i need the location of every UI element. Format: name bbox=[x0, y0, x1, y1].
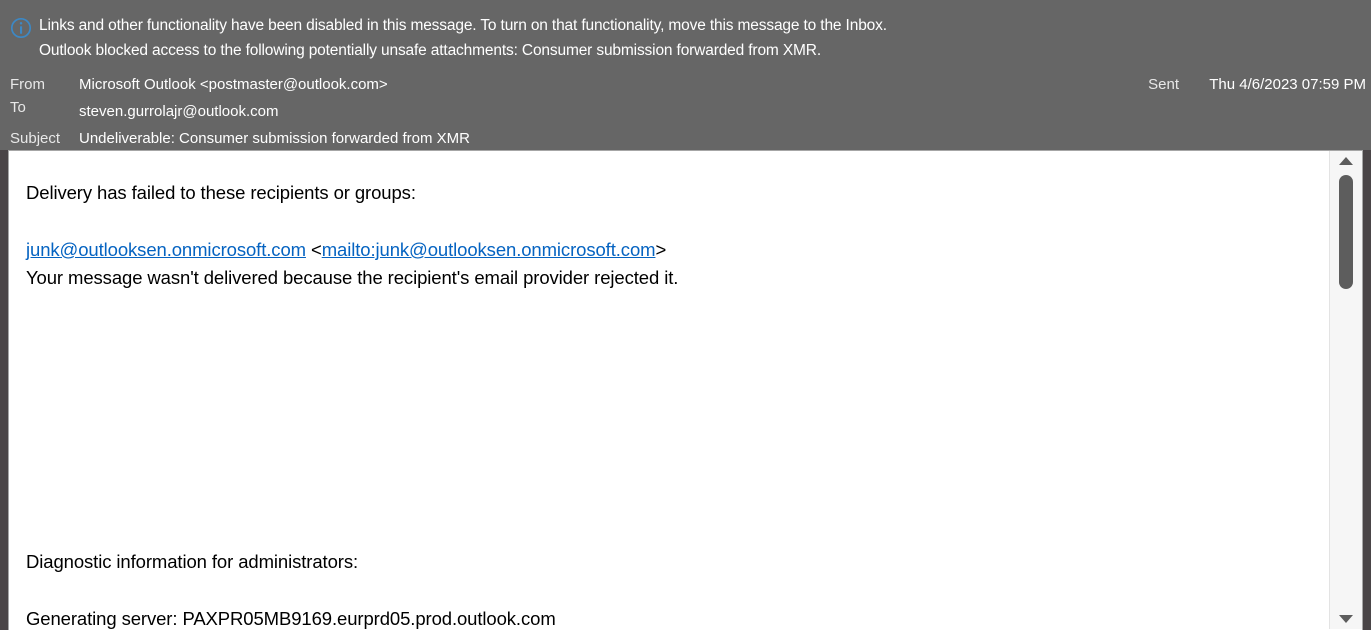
open-angle-bracket: < bbox=[305, 239, 322, 260]
body-line-generating-server: Generating server: PAXPR05MB9169.eurprd0… bbox=[26, 608, 556, 629]
body-line-delivery-failed: Delivery has failed to these recipients … bbox=[26, 182, 416, 203]
banner-line-1: Links and other functionality have been … bbox=[39, 17, 887, 34]
info-circle-icon bbox=[10, 17, 32, 39]
security-banner: Links and other functionality have been … bbox=[0, 0, 1371, 70]
security-banner-text: Links and other functionality have been … bbox=[39, 13, 1339, 63]
window-right-edge bbox=[1363, 150, 1371, 630]
recipient-mailto-link[interactable]: mailto:junk@outlooksen.onmicrosoft.com bbox=[322, 239, 656, 260]
to-label: To bbox=[10, 99, 26, 116]
scroll-down-button[interactable] bbox=[1330, 609, 1362, 629]
banner-line-2: Outlook blocked access to the following … bbox=[39, 42, 821, 59]
scroll-up-button[interactable] bbox=[1330, 151, 1362, 171]
sent-value: Thu 4/6/2023 07:59 PM bbox=[1209, 76, 1366, 93]
subject-value: Undeliverable: Consumer submission forwa… bbox=[79, 130, 470, 147]
message-body-pane: Delivery has failed to these recipients … bbox=[8, 150, 1363, 630]
to-value[interactable]: steven.gurrolajr@outlook.com bbox=[79, 99, 278, 124]
scrollbar-track[interactable] bbox=[1330, 171, 1362, 609]
body-scrollbar[interactable] bbox=[1329, 151, 1362, 629]
message-body-content: Delivery has failed to these recipients … bbox=[9, 151, 1329, 630]
sent-label: Sent bbox=[1148, 76, 1179, 93]
from-value[interactable]: Microsoft Outlook <postmaster@outlook.co… bbox=[79, 72, 388, 97]
message-header-fields: From Microsoft Outlook <postmaster@outlo… bbox=[0, 70, 1371, 150]
window-left-edge bbox=[0, 150, 8, 630]
scrollbar-thumb[interactable] bbox=[1339, 175, 1353, 289]
scroll-up-arrow-icon bbox=[1339, 157, 1353, 165]
body-line-recipient: junk@outlooksen.onmicrosoft.com <mailto:… bbox=[26, 236, 666, 264]
scroll-down-arrow-icon bbox=[1339, 615, 1353, 623]
recipient-email-link[interactable]: junk@outlooksen.onmicrosoft.com bbox=[26, 239, 306, 260]
body-line-diagnostic-heading: Diagnostic information for administrator… bbox=[26, 551, 359, 572]
outlook-message-window: Links and other functionality have been … bbox=[0, 0, 1371, 630]
to-row: To steven.gurrolajr@outlook.com bbox=[0, 99, 1371, 126]
from-label: From bbox=[10, 76, 45, 93]
close-angle-bracket: > bbox=[655, 239, 667, 260]
body-line-rejection-reason: Your message wasn't delivered because th… bbox=[26, 267, 679, 288]
from-row: From Microsoft Outlook <postmaster@outlo… bbox=[0, 72, 1371, 99]
subject-row: Subject Undeliverable: Consumer submissi… bbox=[0, 126, 1371, 153]
subject-label: Subject bbox=[10, 130, 61, 147]
